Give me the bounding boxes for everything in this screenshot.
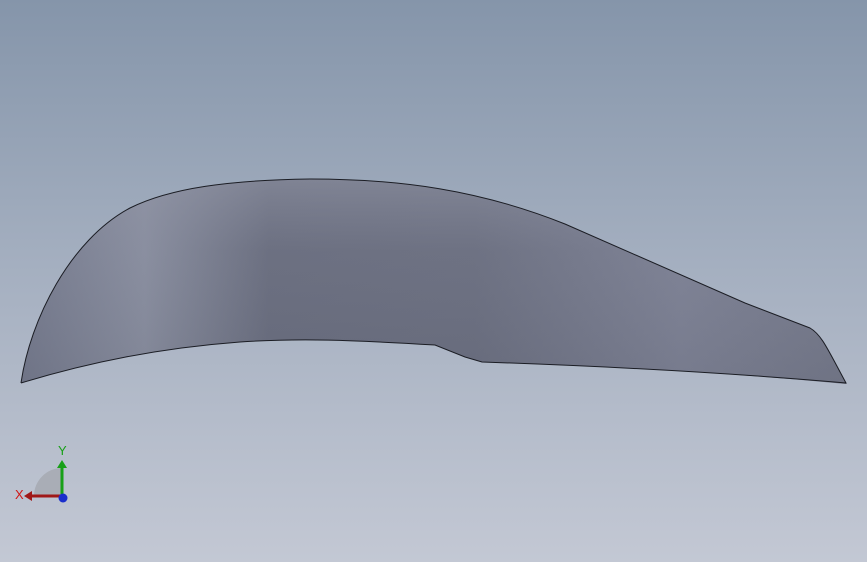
y-axis-label: Y — [58, 443, 67, 458]
surface-model[interactable] — [0, 0, 867, 562]
triad-quadrant-shading — [34, 468, 62, 496]
reference-triad[interactable]: Y X — [12, 440, 72, 510]
y-axis-arrowhead — [57, 460, 67, 468]
graphics-viewport[interactable]: Y X — [0, 0, 867, 562]
x-axis-arrowhead — [24, 491, 32, 501]
z-axis-dot — [58, 493, 68, 503]
x-axis-label: X — [15, 487, 24, 502]
